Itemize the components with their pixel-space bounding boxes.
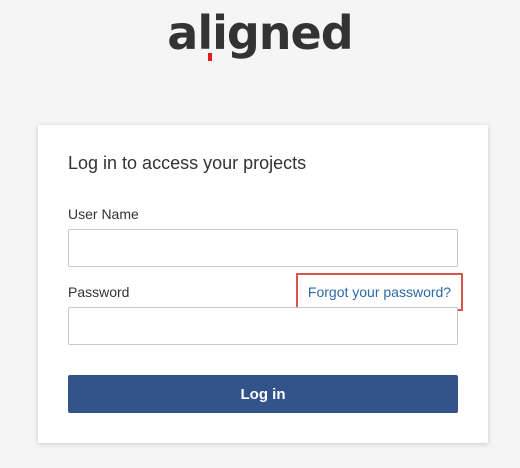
username-input[interactable] — [68, 229, 458, 267]
logo-text: aligned — [167, 6, 353, 60]
logo-wordmark: aligned — [167, 4, 354, 62]
login-title: Log in to access your projects — [68, 153, 307, 173]
password-label: Password — [68, 284, 130, 300]
logo: aligned — [0, 4, 520, 62]
username-label: User Name — [68, 206, 139, 222]
password-input[interactable] — [68, 307, 458, 345]
forgot-password-link[interactable]: Forgot your password? — [296, 273, 463, 311]
logo-accent-mark — [208, 53, 213, 61]
login-card: Log in to access your projects User Name… — [38, 125, 488, 443]
login-button[interactable]: Log in — [68, 375, 458, 413]
login-page: aligned Log in to access your projects U… — [0, 0, 520, 468]
